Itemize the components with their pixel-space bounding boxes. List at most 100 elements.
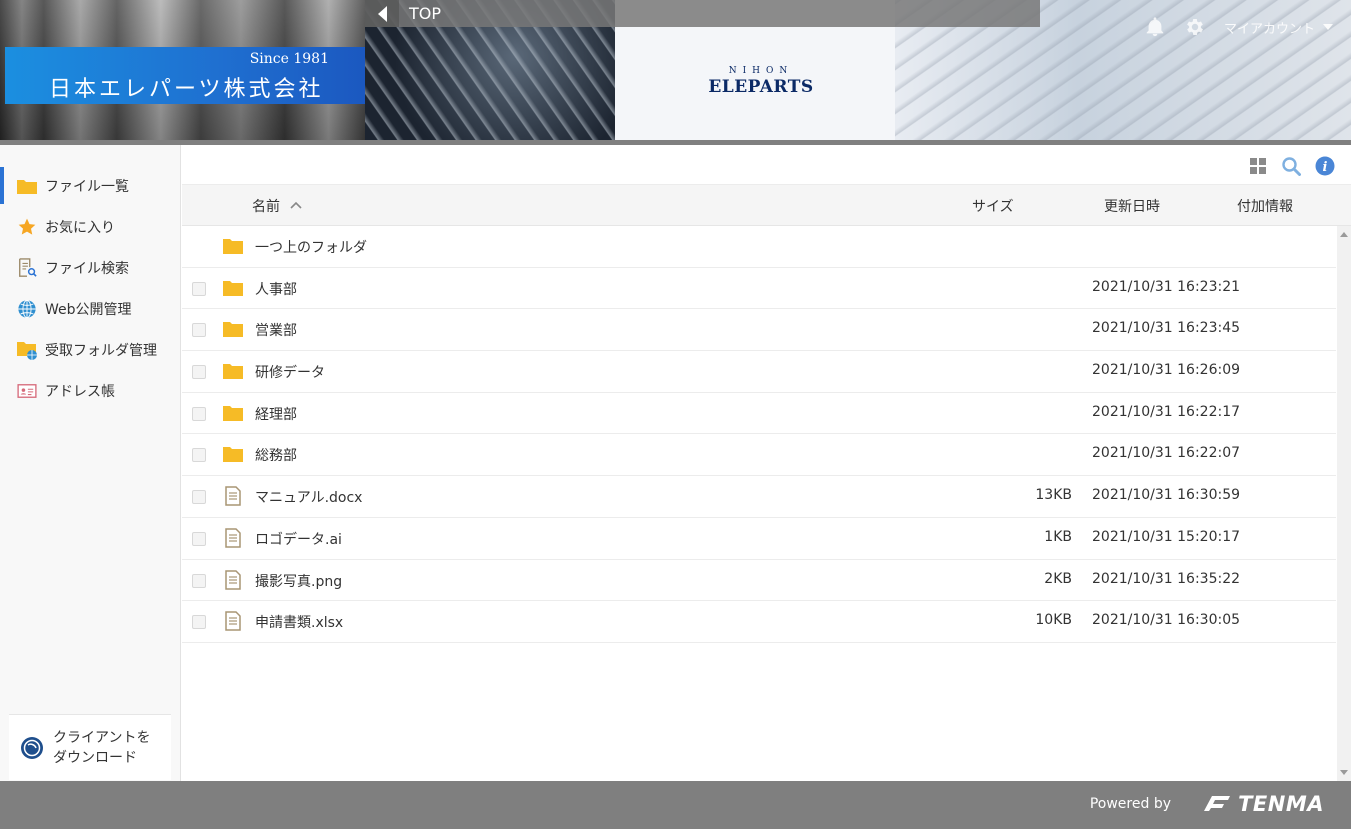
file-modified: 2021/10/31 16:35:22	[1092, 570, 1241, 587]
info-icon[interactable]: i	[1315, 156, 1335, 176]
document-icon	[225, 569, 241, 590]
column-modified[interactable]: 更新日時	[1104, 196, 1160, 216]
my-account-menu[interactable]: マイアカウント	[1224, 18, 1333, 37]
scroll-down-icon[interactable]	[1340, 770, 1348, 775]
client-download-icon	[21, 736, 43, 759]
sort-ascending-icon[interactable]	[290, 199, 302, 211]
file-modified: 2021/10/31 16:22:07	[1092, 445, 1241, 462]
file-row[interactable]: ロゴデータ.ai 1KB 2021/10/31 15:20:17	[182, 518, 1336, 560]
row-checkbox[interactable]	[192, 531, 206, 546]
file-name[interactable]: 申請書類.xlsx	[255, 612, 343, 632]
location-bar: TOP	[365, 0, 1040, 27]
sidebar-nav: ファイル一覧 お気に入り ファイル検索 Web公開管理 受取フォルダ管理 アドレ…	[0, 145, 180, 411]
my-account-label: マイアカウント	[1223, 21, 1315, 37]
vertical-scrollbar[interactable]	[1337, 226, 1351, 781]
sidebar-item-file-search[interactable]: ファイル検索	[0, 247, 180, 288]
file-name[interactable]: ロゴデータ.ai	[255, 529, 342, 549]
row-checkbox[interactable]	[192, 281, 206, 296]
back-arrow-icon	[377, 5, 387, 22]
folder-icon	[223, 280, 243, 296]
sidebar: ファイル一覧 お気に入り ファイル検索 Web公開管理 受取フォルダ管理 アドレ…	[0, 145, 181, 781]
sidebar-item-receive-folder[interactable]: 受取フォルダ管理	[0, 329, 180, 370]
sidebar-item-label: ファイル検索	[45, 260, 129, 277]
header-actions: マイアカウント	[1144, 16, 1333, 38]
file-row[interactable]: 営業部 2021/10/31 16:23:45	[182, 309, 1336, 352]
chevron-down-icon	[1323, 24, 1333, 30]
sidebar-item-label: Web公開管理	[45, 301, 132, 318]
parent-folder-row[interactable]: 一つ上のフォルダ	[182, 226, 1336, 268]
sidebar-item-file-list[interactable]: ファイル一覧	[0, 165, 180, 206]
file-list: 一つ上のフォルダ 人事部 2021/10/31 16:23:21 営業部 2021/1…	[182, 226, 1336, 643]
toolbar: i	[182, 145, 1351, 185]
column-name[interactable]: 名前	[252, 196, 280, 216]
file-name[interactable]: 人事部	[255, 279, 297, 299]
file-name[interactable]: 営業部	[255, 320, 297, 340]
row-checkbox[interactable]	[192, 490, 206, 505]
row-checkbox[interactable]	[192, 406, 206, 421]
file-modified: 2021/10/31 16:30:05	[1092, 612, 1241, 629]
row-checkbox[interactable]	[192, 615, 206, 630]
company-since: Since 1981	[249, 51, 329, 67]
folder-icon	[223, 364, 243, 380]
file-modified: 2021/10/31 16:23:45	[1092, 320, 1241, 337]
address-book-icon	[16, 380, 38, 402]
tenma-brand: TENMA	[1238, 792, 1324, 816]
client-download-line1: クライアントを	[53, 729, 151, 746]
parent-folder-label: 一つ上のフォルダ	[255, 240, 367, 256]
header-banner: Since 1981 日本エレパーツ株式会社 NIHON ELEPARTS TO…	[0, 0, 1351, 140]
document-icon	[225, 486, 241, 506]
bell-icon[interactable]	[1144, 16, 1166, 38]
sidebar-item-label: 受取フォルダ管理	[45, 342, 157, 359]
grid-view-icon[interactable]	[1248, 156, 1268, 176]
file-name[interactable]: 撮影写真.png	[255, 571, 342, 591]
file-size: 13KB	[1035, 487, 1072, 504]
brand-logo-line2: ELEPARTS	[708, 77, 814, 97]
sidebar-item-web-publish[interactable]: Web公開管理	[0, 288, 180, 329]
row-checkbox[interactable]	[192, 365, 206, 380]
file-row[interactable]: マニュアル.docx 13KB 2021/10/31 16:30:59	[182, 476, 1336, 518]
row-checkbox[interactable]	[192, 573, 206, 588]
folder-icon	[223, 239, 243, 254]
current-location: TOP	[409, 4, 442, 23]
file-row[interactable]: 経理部 2021/10/31 16:22:17	[182, 393, 1336, 435]
scroll-up-icon[interactable]	[1340, 232, 1348, 237]
file-row[interactable]: 申請書類.xlsx 10KB 2021/10/31 16:30:05	[182, 601, 1336, 643]
sidebar-item-address-book[interactable]: アドレス帳	[0, 370, 180, 411]
tenma-logo: TENMA	[1202, 792, 1324, 816]
sidebar-item-label: ファイル一覧	[45, 178, 129, 195]
column-size[interactable]: サイズ	[972, 196, 1014, 216]
client-download-button[interactable]: クライアントを ダウンロード	[9, 714, 171, 780]
file-row[interactable]: 人事部 2021/10/31 16:23:21	[182, 268, 1336, 310]
receive-folder-icon	[16, 339, 38, 361]
folder-icon	[223, 405, 243, 421]
folder-icon	[16, 175, 38, 197]
gear-icon[interactable]	[1184, 16, 1206, 38]
file-size: 2KB	[1044, 570, 1072, 587]
powered-by-label: Powered by	[1089, 796, 1171, 812]
folder-icon	[223, 447, 243, 463]
file-modified: 2021/10/31 15:20:17	[1092, 528, 1241, 545]
file-modified: 2021/10/31 16:30:59	[1092, 487, 1241, 504]
file-size: 10KB	[1035, 612, 1072, 629]
brand-logo-line1: NIHON	[728, 66, 794, 76]
company-logo-bar: Since 1981 日本エレパーツ株式会社	[5, 47, 365, 104]
sidebar-item-label: アドレス帳	[45, 383, 115, 400]
file-search-icon	[16, 257, 38, 279]
back-button[interactable]	[365, 0, 399, 27]
row-checkbox[interactable]	[192, 448, 206, 463]
file-size: 1KB	[1044, 528, 1072, 545]
file-name[interactable]: 総務部	[255, 445, 297, 465]
file-name[interactable]: マニュアル.docx	[255, 487, 362, 507]
file-name[interactable]: 研修データ	[255, 362, 325, 382]
sidebar-item-favorites[interactable]: お気に入り	[0, 206, 180, 247]
search-icon[interactable]	[1281, 156, 1301, 176]
star-icon	[16, 216, 38, 238]
column-extra[interactable]: 付加情報	[1237, 196, 1293, 216]
file-row[interactable]: 総務部 2021/10/31 16:22:07	[182, 434, 1336, 477]
file-row[interactable]: 撮影写真.png 2KB 2021/10/31 16:35:22	[182, 560, 1336, 602]
file-row[interactable]: 研修データ 2021/10/31 16:26:09	[182, 351, 1336, 393]
file-name[interactable]: 経理部	[255, 404, 297, 424]
document-icon	[225, 528, 241, 548]
column-header: 名前 サイズ 更新日時 付加情報	[182, 185, 1351, 226]
row-checkbox[interactable]	[192, 323, 206, 338]
